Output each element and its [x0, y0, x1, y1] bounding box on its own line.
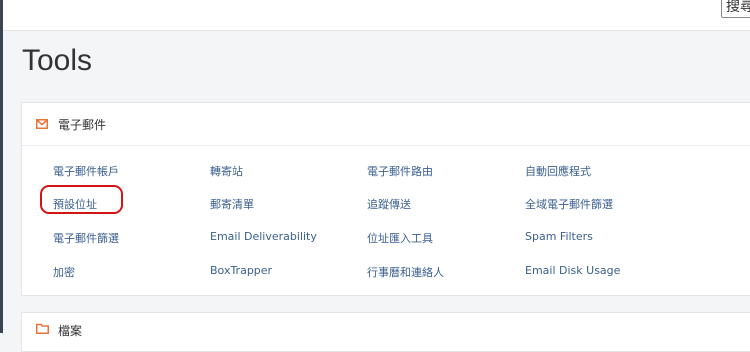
email-tools-panel: 電子郵件 電子郵件帳戶 轉寄站 電子郵件路由 自動回應程式 預設位址 郵寄清單 …: [21, 102, 750, 296]
email-panel-header[interactable]: 電子郵件: [22, 103, 750, 146]
tool-encryption-link[interactable]: 加密: [53, 264, 75, 280]
tool-autoresponders-link[interactable]: 自動回應程式: [525, 163, 591, 179]
tool-forwarders-link[interactable]: 轉寄站: [210, 163, 243, 179]
tool-email-accounts-link[interactable]: 電子郵件帳戶: [53, 163, 119, 179]
top-bar: 搜尋: [3, 0, 750, 31]
tool-track-delivery-link[interactable]: 追蹤傳送: [367, 196, 411, 212]
tool-mailing-lists-link[interactable]: 郵寄清單: [210, 196, 254, 212]
tool-email-filters-link[interactable]: 電子郵件篩選: [53, 230, 119, 246]
tool-email-deliverability-link[interactable]: Email Deliverability: [210, 230, 317, 243]
envelope-icon: [36, 119, 48, 129]
tool-spam-filters-link[interactable]: Spam Filters: [525, 230, 593, 243]
tool-email-routing-link[interactable]: 電子郵件路由: [367, 163, 433, 179]
folder-icon: [36, 323, 49, 334]
tool-global-email-filters-link[interactable]: 全域電子郵件篩選: [525, 196, 613, 212]
files-tools-panel: 檔案: [21, 312, 750, 352]
files-section-title: 檔案: [58, 324, 83, 338]
tool-email-disk-usage-link[interactable]: Email Disk Usage: [525, 264, 620, 277]
email-section-title: 電子郵件: [58, 118, 107, 132]
left-sidebar-edge: [0, 0, 3, 333]
tool-boxtrapper-link[interactable]: BoxTrapper: [210, 264, 272, 277]
search-input[interactable]: 搜尋: [721, 0, 750, 18]
page-title: Tools: [22, 44, 93, 77]
tool-address-importer-link[interactable]: 位址匯入工具: [367, 230, 433, 246]
tool-default-address-link[interactable]: 預設位址: [53, 196, 97, 212]
tool-calendars-contacts-link[interactable]: 行事曆和連絡人: [367, 264, 444, 280]
